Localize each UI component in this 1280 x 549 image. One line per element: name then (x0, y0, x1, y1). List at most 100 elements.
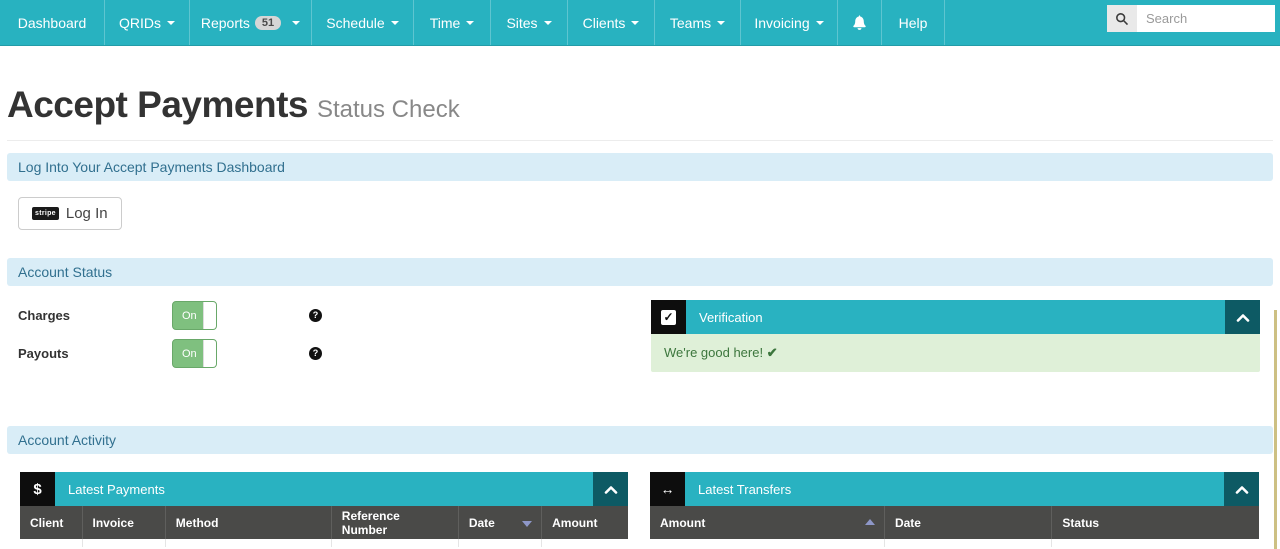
section-header-login: Log Into Your Accept Payments Dashboard (7, 153, 1273, 181)
nav-item-invoicing[interactable]: Invoicing (741, 0, 838, 45)
chevron-up-icon (1236, 313, 1250, 322)
chevron-up-icon (604, 485, 618, 494)
latest-payments-title: Latest Payments (55, 472, 593, 506)
nav-item-notifications[interactable] (838, 0, 882, 45)
latest-transfers-table: Amount Date Status (650, 506, 1259, 547)
chevron-down-icon (292, 21, 300, 25)
table-row (20, 539, 628, 547)
transfer-arrows-icon: ↔ (661, 481, 675, 497)
column-header-invoice[interactable]: Invoice (82, 506, 165, 539)
login-row: stripe Log In (18, 197, 1273, 230)
payouts-toggle[interactable]: On (172, 339, 217, 368)
chevron-down-icon (717, 21, 725, 25)
payments-icon-box: $ (20, 472, 55, 506)
verification-collapse-button[interactable] (1225, 300, 1260, 334)
check-square-icon: ✓ (661, 310, 676, 325)
nav-item-teams[interactable]: Teams (655, 0, 741, 45)
nav-item-reports[interactable]: Reports 51 (190, 0, 312, 45)
nav-label: Invoicing (754, 15, 809, 31)
charges-toggle[interactable]: On (172, 301, 217, 330)
verification-status-message: We're good here! ✔ (651, 334, 1260, 372)
right-edge-strip (1274, 310, 1277, 549)
column-header-method[interactable]: Method (165, 506, 331, 539)
latest-payments-table: Client Invoice Method Reference Number D… (20, 506, 628, 547)
nav-item-qrids[interactable]: QRIDs (105, 0, 190, 45)
check-icon: ✔ (767, 345, 778, 360)
status-toggles: Charges On ? Payouts On ? (7, 300, 651, 376)
table-header-row: Amount Date Status (650, 506, 1259, 539)
nav-label: Reports (201, 15, 250, 31)
column-header-amount[interactable]: Amount (650, 506, 884, 539)
column-header-reference-number[interactable]: Reference Number (331, 506, 458, 539)
charges-row: Charges On ? (7, 300, 651, 330)
transfers-icon-box: ↔ (650, 472, 685, 506)
column-label: Date (469, 516, 495, 530)
column-header-amount[interactable]: Amount (542, 506, 628, 539)
nav-item-time[interactable]: Time (414, 0, 491, 45)
payouts-help-icon[interactable]: ? (309, 347, 322, 360)
nav-label: Dashboard (18, 15, 87, 31)
toggle-on-label: On (182, 310, 197, 322)
payments-collapse-button[interactable] (593, 472, 628, 506)
nav-label: Time (430, 15, 461, 31)
account-activity-row: $ Latest Payments Client Invoice (20, 472, 1273, 547)
nav-item-schedule[interactable]: Schedule (312, 0, 414, 45)
latest-transfers-header: ↔ Latest Transfers (650, 472, 1259, 506)
payouts-label: Payouts (7, 346, 172, 361)
latest-payments-panel: $ Latest Payments Client Invoice (20, 472, 628, 547)
dollar-icon: $ (33, 481, 41, 498)
payouts-row: Payouts On ? (7, 338, 651, 368)
main-content: Accept Payments Status Check Log Into Yo… (0, 84, 1280, 547)
column-label: Amount (660, 516, 705, 530)
page-subtitle: Status Check (317, 96, 460, 124)
nav-label: Teams (670, 15, 711, 31)
latest-payments-header: $ Latest Payments (20, 472, 628, 506)
table-header-row: Client Invoice Method Reference Number D… (20, 506, 628, 539)
chevron-down-icon (466, 21, 474, 25)
login-button-label: Log In (66, 205, 108, 222)
charges-help-icon[interactable]: ? (309, 309, 322, 322)
search-box (1107, 5, 1275, 32)
reports-count-badge: 51 (255, 16, 281, 30)
chevron-down-icon (544, 21, 552, 25)
section-header-account-activity: Account Activity (7, 426, 1273, 454)
charges-label: Charges (7, 308, 172, 323)
chevron-down-icon (167, 21, 175, 25)
nav-item-dashboard[interactable]: Dashboard (0, 0, 105, 45)
chevron-down-icon (391, 21, 399, 25)
latest-transfers-panel: ↔ Latest Transfers Amount (650, 472, 1259, 547)
stripe-login-button[interactable]: stripe Log In (18, 197, 122, 230)
page-title-row: Accept Payments Status Check (7, 84, 1273, 126)
column-header-date[interactable]: Date (884, 506, 1051, 539)
column-header-client[interactable]: Client (20, 506, 82, 539)
verification-panel: ✓ Verification We're good here! ✔ (651, 300, 1260, 372)
toggle-knob (203, 340, 216, 367)
verification-panel-header: ✓ Verification (651, 300, 1260, 334)
status-text: We're good here! (664, 345, 763, 360)
search-button[interactable] (1107, 5, 1137, 32)
chevron-up-icon (1235, 485, 1249, 494)
chevron-down-icon (631, 21, 639, 25)
chevron-down-icon (816, 21, 824, 25)
toggle-knob (203, 302, 216, 329)
verification-icon-box: ✓ (651, 300, 686, 334)
nav-item-sites[interactable]: Sites (491, 0, 568, 45)
column-header-status[interactable]: Status (1052, 506, 1259, 539)
latest-transfers-title: Latest Transfers (685, 472, 1224, 506)
page-title: Accept Payments (7, 84, 308, 126)
nav-item-help[interactable]: Help (882, 0, 945, 45)
toggle-on-label: On (182, 348, 197, 360)
verification-column: ✓ Verification We're good here! ✔ (651, 300, 1273, 376)
search-input[interactable] (1137, 5, 1275, 32)
top-navbar: Dashboard QRIDs Reports 51 Schedule Time… (0, 0, 1280, 46)
column-header-date[interactable]: Date (458, 506, 541, 539)
account-status-grid: Charges On ? Payouts On ? ✓ (7, 300, 1273, 376)
table-row (650, 539, 1259, 547)
nav-label: Sites (506, 15, 537, 31)
nav-label: Clients (583, 15, 626, 31)
nav-item-clients[interactable]: Clients (568, 0, 655, 45)
nav-label: Schedule (326, 15, 384, 31)
sort-desc-icon (522, 521, 532, 527)
transfers-collapse-button[interactable] (1224, 472, 1259, 506)
stripe-logo-icon: stripe (32, 207, 59, 220)
